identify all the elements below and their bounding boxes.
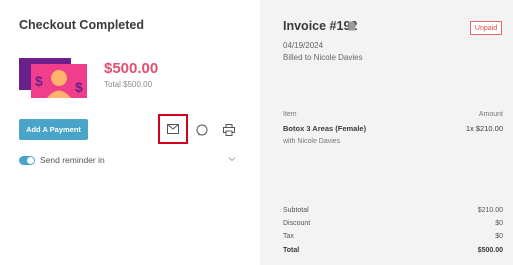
status-badge: Unpaid xyxy=(470,21,502,35)
column-header-item: Item xyxy=(283,111,297,118)
document-icon[interactable] xyxy=(348,21,356,31)
line-item-amount: 1x $210.00 xyxy=(465,124,503,133)
add-payment-button[interactable]: Add A Payment xyxy=(19,119,88,140)
summary-value: $210.00 xyxy=(477,207,503,214)
chat-icon xyxy=(196,124,208,136)
summary-row-subtotal: Subtotal $210.00 xyxy=(283,207,503,214)
svg-text:$: $ xyxy=(75,79,83,95)
summary-row-discount: Discount $0 xyxy=(283,220,503,227)
summary-value: $500.00 xyxy=(477,247,503,254)
summary-label: Total xyxy=(283,247,300,254)
print-receipt-button[interactable] xyxy=(222,123,236,137)
checkout-title: Checkout Completed xyxy=(19,18,145,32)
summary-label: Subtotal xyxy=(283,207,309,214)
cash-icon: $ $ xyxy=(19,58,87,98)
svg-text:$: $ xyxy=(35,73,43,89)
line-item-provider: with Nicole Davies xyxy=(283,138,341,145)
checkout-total: Total $500.00 xyxy=(104,80,153,89)
email-receipt-button[interactable] xyxy=(158,114,188,144)
summary-row-tax: Tax $0 xyxy=(283,233,503,240)
reminder-row: Send reminder in xyxy=(19,154,105,166)
checkout-panel: Checkout Completed $ $ $500.00 Total $50… xyxy=(0,0,260,265)
text-receipt-button[interactable] xyxy=(195,123,209,137)
checkout-amount: $500.00 xyxy=(104,60,159,77)
column-header-amount: Amount xyxy=(478,111,503,118)
invoice-title: Invoice #192 xyxy=(283,19,358,33)
mail-icon xyxy=(167,124,179,134)
summary-label: Tax xyxy=(283,233,294,240)
reminder-toggle[interactable] xyxy=(19,155,35,165)
summary-row-total: Total $500.00 xyxy=(283,247,503,254)
summary-value: $0 xyxy=(495,233,503,240)
line-item-name: Botox 3 Areas (Female) xyxy=(283,124,367,133)
reminder-label: Send reminder in xyxy=(40,155,105,165)
summary-value: $0 xyxy=(495,220,503,227)
summary-label: Discount xyxy=(283,220,311,227)
printer-icon xyxy=(223,124,235,136)
invoice-billed-to: Billed to Nicole Davies xyxy=(283,53,363,62)
invoice-date: 04/19/2024 xyxy=(283,41,324,50)
chevron-down-icon[interactable] xyxy=(228,155,236,163)
